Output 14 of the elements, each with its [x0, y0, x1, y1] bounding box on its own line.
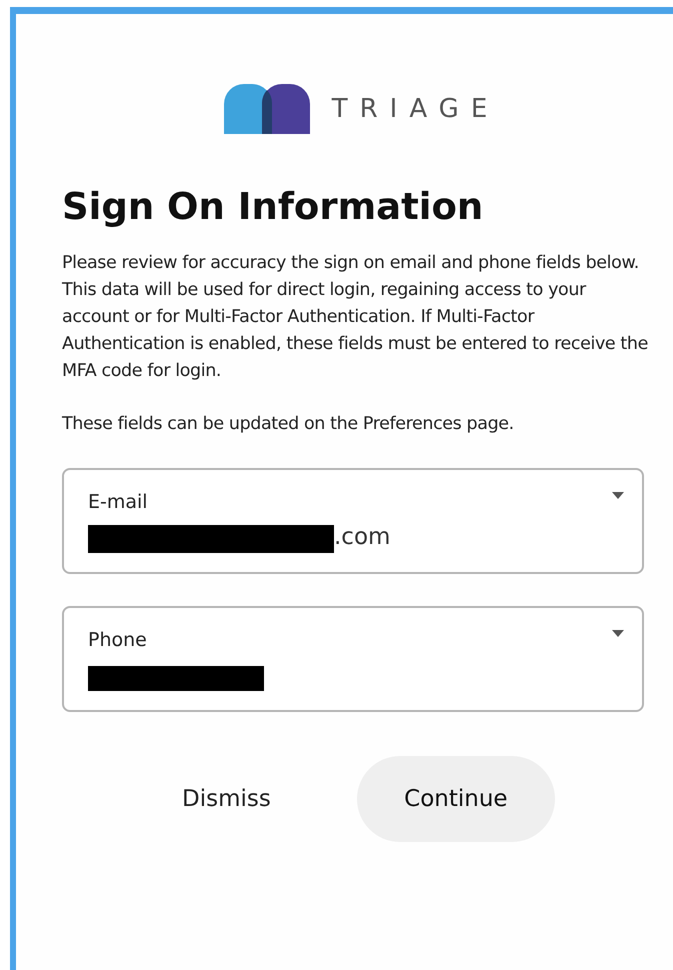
info-paragraph: Please review for accuracy the sign on email and phone fields below. This data will be used for direct login, regaining access to your account or for Multi-Factor Authentication. If Multi-Factor Authentication is enabled, these fields must be entered to receive the MFA code for login. — [62, 252, 649, 384]
logo-icon — [224, 84, 310, 134]
dropdown-field[interactable]: Phone — [62, 606, 644, 712]
field-label: E-mail — [88, 490, 148, 516]
continue-button[interactable]: Continue — [356, 756, 555, 842]
dropdown-field[interactable]: E-mail .com — [62, 468, 644, 574]
field-value: .com — [334, 526, 390, 552]
dropdown-caret-icon — [612, 492, 624, 500]
logo-text: TRIAGE — [332, 92, 500, 126]
dismiss-button[interactable]: Dismiss — [182, 782, 271, 816]
dropdown-caret-icon — [612, 630, 624, 638]
field-label: Phone — [88, 628, 147, 654]
info-paragraph: These fields can be updated on the Preferences page. — [62, 413, 515, 436]
page-title: Sign On Information — [62, 184, 484, 230]
